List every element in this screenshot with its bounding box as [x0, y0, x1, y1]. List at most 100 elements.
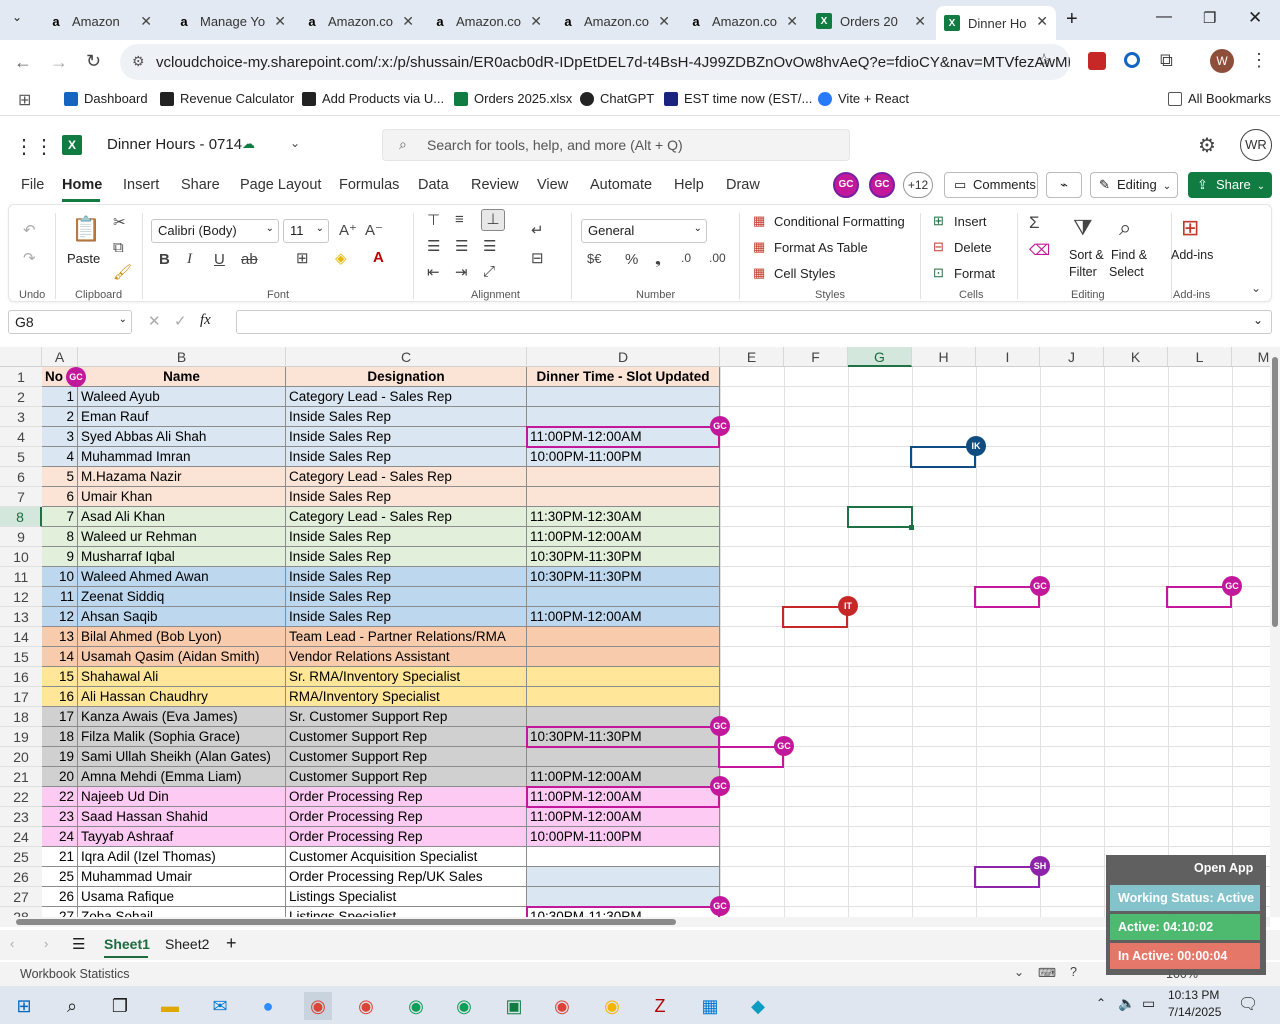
keyboard-icon[interactable]: ⌨: [1038, 965, 1056, 980]
cell[interactable]: Designation: [286, 367, 527, 387]
cell[interactable]: Inside Sales Rep: [286, 567, 527, 587]
tab-help[interactable]: Help: [674, 177, 704, 193]
row-header-5[interactable]: 5: [0, 447, 42, 467]
add-ins-button[interactable]: Add-ins: [1171, 248, 1213, 262]
cell[interactable]: [527, 487, 720, 507]
taskbar-date[interactable]: 7/14/2025: [1168, 1005, 1221, 1019]
cell[interactable]: 23: [42, 807, 78, 827]
align-left-icon[interactable]: ☰: [427, 237, 440, 255]
user-avatar[interactable]: WR: [1240, 129, 1272, 161]
row-header-22[interactable]: 22: [0, 787, 42, 807]
cell[interactable]: Najeeb Ud Din: [78, 787, 286, 807]
currency-format-button[interactable]: $€: [587, 251, 601, 266]
column-header-d[interactable]: D: [527, 347, 720, 367]
cell[interactable]: 8: [42, 527, 78, 547]
cell[interactable]: Customer Support Rep: [286, 747, 527, 767]
chrome-icon[interactable]: ◉: [304, 992, 332, 1020]
underline-icon[interactable]: U: [214, 251, 225, 268]
close-icon[interactable]: ✕: [402, 13, 414, 30]
cell[interactable]: Kanza Awais (Eva James): [78, 707, 286, 727]
add-sheet-icon[interactable]: +: [226, 933, 237, 954]
document-title[interactable]: Dinner Hours - 0714: [107, 136, 242, 153]
cell[interactable]: Sr. RMA/Inventory Specialist: [286, 667, 527, 687]
more-icon[interactable]: ⋮: [1250, 50, 1268, 71]
row-header-17[interactable]: 17: [0, 687, 42, 707]
row-header-28[interactable]: 28: [0, 907, 42, 917]
app-launcher-icon[interactable]: ⋮⋮: [14, 134, 54, 159]
all-sheets-icon[interactable]: ☰: [72, 935, 85, 953]
clear-icon[interactable]: ⌫: [1029, 241, 1050, 259]
align-center-icon[interactable]: ☰: [455, 237, 468, 255]
increase-decimal-icon[interactable]: .0: [681, 251, 691, 265]
sheet-tab-sheet1[interactable]: Sheet1: [104, 936, 150, 952]
bookmark-vite[interactable]: Vite + React: [818, 91, 909, 106]
tab-amazon[interactable]: a Amazon ✕: [40, 6, 160, 36]
puzzle-icon[interactable]: ⧉: [1160, 50, 1173, 71]
row-header-11[interactable]: 11: [0, 567, 42, 587]
cell[interactable]: Listings Specialist: [286, 887, 527, 907]
file-explorer-icon[interactable]: ▬: [156, 992, 184, 1020]
cell[interactable]: 11:00PM-12:00AM: [527, 767, 720, 787]
bookmark-chatgpt[interactable]: ChatGPT: [580, 91, 654, 106]
pdf-extension-icon[interactable]: [1088, 52, 1106, 70]
cell[interactable]: 7: [42, 507, 78, 527]
autosum-icon[interactable]: Σ: [1029, 213, 1040, 233]
app-icon[interactable]: ◆: [744, 992, 772, 1020]
cell[interactable]: 26: [42, 887, 78, 907]
volume-icon[interactable]: 🔈: [1118, 995, 1135, 1012]
cell[interactable]: 11:00PM-12:00AM: [527, 807, 720, 827]
comments-button[interactable]: ▭ Comments: [944, 172, 1038, 198]
outlook-icon[interactable]: ✉: [206, 992, 234, 1020]
font-size-dropdown[interactable]: 11 ⌄: [283, 219, 329, 243]
format-cells-button[interactable]: Format: [954, 266, 995, 281]
cell[interactable]: 19: [42, 747, 78, 767]
cell[interactable]: 10:30PM-11:30PM: [527, 547, 720, 567]
tab-share[interactable]: Share: [181, 177, 220, 193]
restore-icon[interactable]: ❐: [1203, 9, 1216, 27]
tab-formulas[interactable]: Formulas: [339, 177, 399, 193]
cell[interactable]: Order Processing Rep: [286, 827, 527, 847]
column-header-m[interactable]: M: [1232, 347, 1270, 367]
close-icon[interactable]: ✕: [530, 13, 542, 30]
row-header-3[interactable]: 3: [0, 407, 42, 427]
column-header-g[interactable]: G: [848, 347, 912, 367]
cell[interactable]: Waleed ur Rehman: [78, 527, 286, 547]
row-header-1[interactable]: 1: [0, 367, 42, 387]
share-button[interactable]: ⇪ Share ⌄: [1188, 172, 1272, 198]
tab-automate[interactable]: Automate: [590, 177, 652, 193]
windows-start-icon[interactable]: ⊞: [10, 992, 38, 1020]
help-icon[interactable]: ?: [1070, 965, 1077, 979]
apps-grid-icon[interactable]: ⊞: [18, 90, 31, 110]
cell[interactable]: Shahawal Ali: [78, 667, 286, 687]
settings-gear-icon[interactable]: ⚙: [1198, 133, 1216, 158]
filezilla-icon[interactable]: Z: [646, 992, 674, 1020]
cell[interactable]: Tayyab Ashraaf: [78, 827, 286, 847]
cell[interactable]: 2: [42, 407, 78, 427]
task-view-icon[interactable]: ❐: [106, 992, 134, 1020]
cell[interactable]: Zeenat Siddiq: [78, 587, 286, 607]
column-header-j[interactable]: J: [1040, 347, 1104, 367]
cell[interactable]: Dinner Time - Slot Updated: [527, 367, 720, 387]
cell[interactable]: [527, 667, 720, 687]
cell[interactable]: Syed Abbas Ali Shah: [78, 427, 286, 447]
cell[interactable]: 9: [42, 547, 78, 567]
select-all-corner[interactable]: [0, 347, 42, 367]
calculator-icon[interactable]: ▦: [696, 992, 724, 1020]
next-sheet-icon[interactable]: ›: [44, 936, 48, 951]
chrome-icon[interactable]: ◉: [402, 992, 430, 1020]
all-bookmarks[interactable]: All Bookmarks: [1168, 91, 1271, 106]
cell[interactable]: Musharraf Iqbal: [78, 547, 286, 567]
cell[interactable]: [527, 627, 720, 647]
cell[interactable]: Muhammad Imran: [78, 447, 286, 467]
cell[interactable]: 20: [42, 767, 78, 787]
cell[interactable]: 6: [42, 487, 78, 507]
tab-insert[interactable]: Insert: [123, 177, 159, 193]
cell[interactable]: Asad Ali Khan: [78, 507, 286, 527]
network-icon[interactable]: ▭: [1142, 995, 1155, 1012]
column-header-h[interactable]: H: [912, 347, 976, 367]
cell[interactable]: Listings Specialist: [286, 907, 527, 917]
sort-filter-button-line2[interactable]: Filter: [1069, 265, 1097, 279]
find-select-button-line2[interactable]: Select: [1109, 265, 1144, 279]
close-icon[interactable]: ✕: [658, 13, 670, 30]
align-top-icon[interactable]: ⊤: [427, 211, 440, 229]
